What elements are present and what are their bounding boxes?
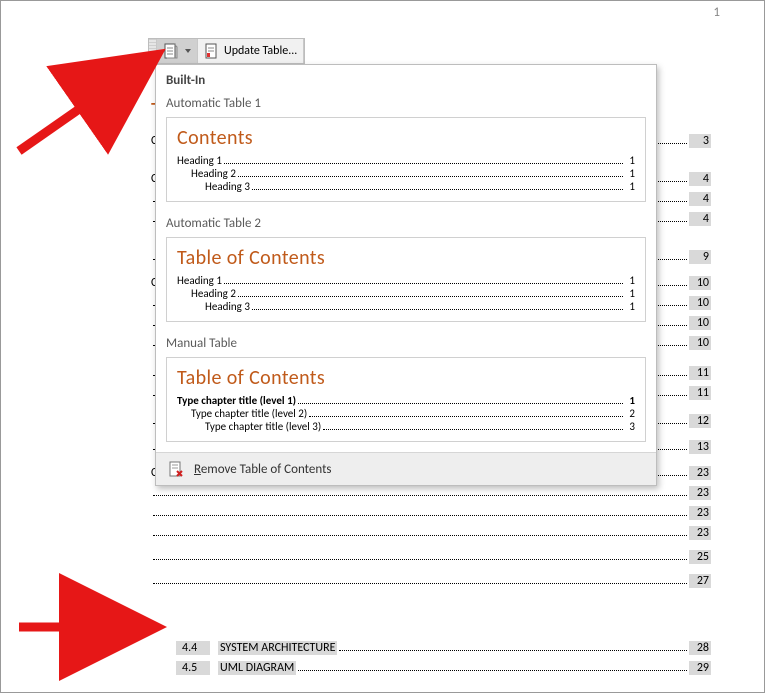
gallery-item-manual[interactable]: Manual Table Table of Contents Type chap… xyxy=(156,332,656,452)
preview-heading: Contents xyxy=(177,126,635,150)
toc-toolbar: Update Table... xyxy=(148,38,305,64)
gallery-item-title: Automatic Table 2 xyxy=(166,216,646,231)
update-table-label: Update Table... xyxy=(224,44,297,58)
remove-toc-menuitem[interactable]: Remove Table of Contents xyxy=(156,452,656,485)
toc-gallery-button[interactable] xyxy=(157,39,198,63)
document-toc-icon xyxy=(163,43,179,59)
gallery-item-auto1[interactable]: Automatic Table 1 Contents Heading 11 He… xyxy=(156,92,656,212)
gallery-preview: Table of Contents Type chapter title (le… xyxy=(166,357,646,442)
gallery-item-auto2[interactable]: Automatic Table 2 Table of Contents Head… xyxy=(156,212,656,332)
document-remove-icon xyxy=(168,461,184,477)
toc-gallery-dropdown: Built-In Automatic Table 1 Contents Head… xyxy=(155,64,657,486)
remove-toc-label: Remove Table of Contents xyxy=(194,462,332,477)
chevron-down-icon xyxy=(185,49,191,53)
gallery-preview: Contents Heading 11 Heading 21 Heading 3… xyxy=(166,117,646,202)
update-table-button[interactable]: Update Table... xyxy=(198,39,304,63)
preview-heading: Table of Contents xyxy=(177,246,635,270)
document-refresh-icon xyxy=(204,43,220,59)
page-number: 1 xyxy=(713,5,720,20)
underlying-toc-tail: 4.4 SYSTEM ARCHITECTURE 28 4.5 UML DIAGR… xyxy=(176,641,711,681)
gallery-preview: Table of Contents Heading 11 Heading 21 … xyxy=(166,237,646,322)
gallery-section-header: Built-In xyxy=(156,65,656,92)
preview-heading: Table of Contents xyxy=(177,366,635,390)
gallery-item-title: Automatic Table 1 xyxy=(166,96,646,111)
gallery-item-title: Manual Table xyxy=(166,336,646,351)
toolbar-grip[interactable] xyxy=(149,39,157,63)
